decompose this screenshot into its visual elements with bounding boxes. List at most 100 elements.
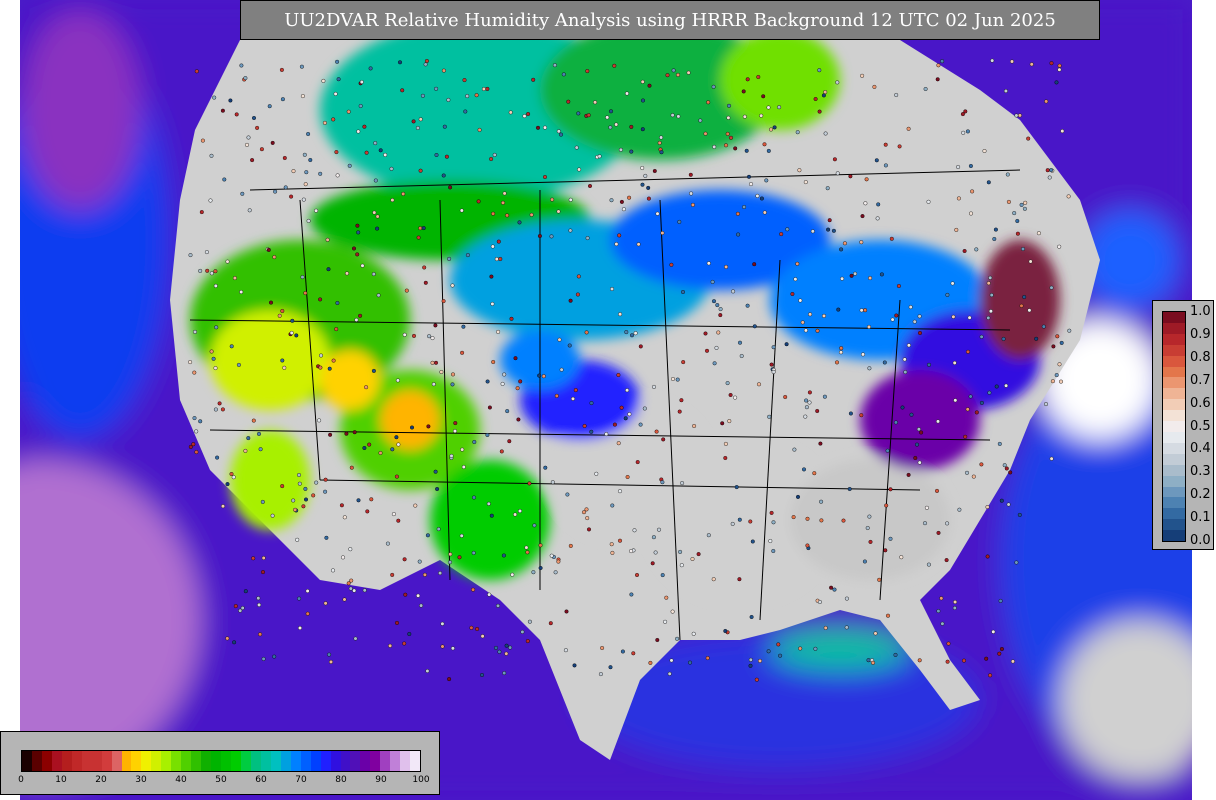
observation-dot <box>900 405 905 410</box>
observation-dot <box>425 669 430 674</box>
observation-dot <box>501 200 506 205</box>
observation-dot <box>617 233 622 238</box>
observation-dot <box>1002 463 1007 468</box>
observation-dot <box>862 559 867 564</box>
observation-dot <box>496 603 501 608</box>
observation-dot <box>813 96 818 101</box>
observation-dot <box>1022 206 1027 211</box>
observation-dot <box>375 214 380 219</box>
observation-dot <box>247 208 252 213</box>
observation-dot <box>509 316 514 321</box>
observation-dot <box>759 196 764 201</box>
observation-dot <box>258 447 263 452</box>
observation-dot <box>1057 63 1062 68</box>
observation-dot <box>849 273 854 278</box>
observation-dot <box>192 416 197 421</box>
observation-dot <box>1051 344 1056 349</box>
observation-dot <box>812 471 817 476</box>
observation-dot <box>953 600 958 605</box>
observation-dot <box>360 263 365 268</box>
observation-dot <box>638 422 643 427</box>
observation-dot <box>890 317 895 322</box>
observation-dot <box>832 587 837 592</box>
observation-dot <box>705 348 710 353</box>
observation-dot <box>646 185 651 190</box>
observation-dot <box>272 255 277 260</box>
observation-colorbar-tick: 0.2 <box>1190 487 1211 503</box>
observation-dot <box>222 177 227 182</box>
observation-dot <box>457 555 462 560</box>
observation-dot <box>273 189 278 194</box>
observation-dot <box>390 572 395 577</box>
observation-dot <box>335 59 340 64</box>
observation-dot <box>871 660 876 665</box>
observation-dot <box>963 434 968 439</box>
observation-dot <box>526 111 531 116</box>
observation-dot <box>655 211 660 216</box>
observation-dot <box>927 362 932 367</box>
humidity-colorbar-tick: 70 <box>295 775 307 785</box>
observation-dot <box>902 357 907 362</box>
observation-dot <box>956 196 961 201</box>
observation-dot <box>352 246 357 251</box>
observation-dot <box>868 276 873 281</box>
humidity-colorbar-swatch <box>410 751 420 771</box>
observation-dot <box>261 656 266 661</box>
observation-dot <box>331 117 336 122</box>
observation-dot <box>766 105 771 110</box>
observation-dot <box>610 503 615 508</box>
observation-dot <box>873 631 878 636</box>
observation-dot <box>733 146 738 151</box>
observation-dot <box>412 333 417 338</box>
observation-dot <box>936 609 941 614</box>
humidity-colorbar: 0 10 20 30 40 50 60 70 80 90 100 <box>0 731 440 795</box>
observation-dot <box>951 314 956 319</box>
observation-dot <box>618 538 623 543</box>
observation-dot <box>712 144 717 149</box>
observation-dot <box>808 312 813 317</box>
observation-dot <box>400 88 405 93</box>
observation-colorbar-swatch <box>1163 519 1185 531</box>
observation-dot <box>965 129 970 134</box>
observation-colorbar-swatch <box>1163 344 1185 356</box>
observation-dot <box>353 636 358 641</box>
observation-dot <box>817 109 822 114</box>
observation-dot <box>779 232 784 237</box>
observation-dot <box>835 80 840 85</box>
observation-dot <box>676 72 681 77</box>
observation-dot <box>703 331 708 336</box>
observation-dot <box>1001 336 1006 341</box>
observation-dot <box>525 639 530 644</box>
observation-dot <box>441 299 446 304</box>
observation-dot <box>664 595 669 600</box>
observation-dot <box>348 586 353 591</box>
observation-dot <box>727 419 732 424</box>
observation-dot <box>659 150 664 155</box>
observation-dot <box>194 429 199 434</box>
observation-dot <box>525 550 530 555</box>
observation-dot <box>390 447 395 452</box>
observation-dot <box>923 86 928 91</box>
observation-dot <box>460 350 465 355</box>
observation-dot <box>906 343 911 348</box>
observation-dot <box>657 140 662 145</box>
observation-dot <box>939 596 944 601</box>
observation-dot <box>236 362 241 367</box>
observation-dot <box>660 230 665 235</box>
humidity-colorbar-swatch <box>31 751 42 771</box>
observation-dot <box>433 323 438 328</box>
observation-dot <box>924 505 929 510</box>
observation-dot <box>1058 379 1063 384</box>
observation-dot <box>517 220 522 225</box>
observation-colorbar-swatch <box>1163 322 1185 334</box>
observation-colorbar-swatch <box>1163 431 1185 443</box>
observation-colorbar-tick: 0.7 <box>1190 372 1211 388</box>
observation-dot <box>243 448 248 453</box>
observation-colorbar-tick: 0.6 <box>1190 395 1211 411</box>
observation-dot <box>917 314 922 319</box>
observation-dot <box>738 340 743 345</box>
observation-dot <box>217 401 222 406</box>
observation-dot <box>474 93 479 98</box>
observation-dot <box>333 91 338 96</box>
observation-dot <box>375 226 380 231</box>
